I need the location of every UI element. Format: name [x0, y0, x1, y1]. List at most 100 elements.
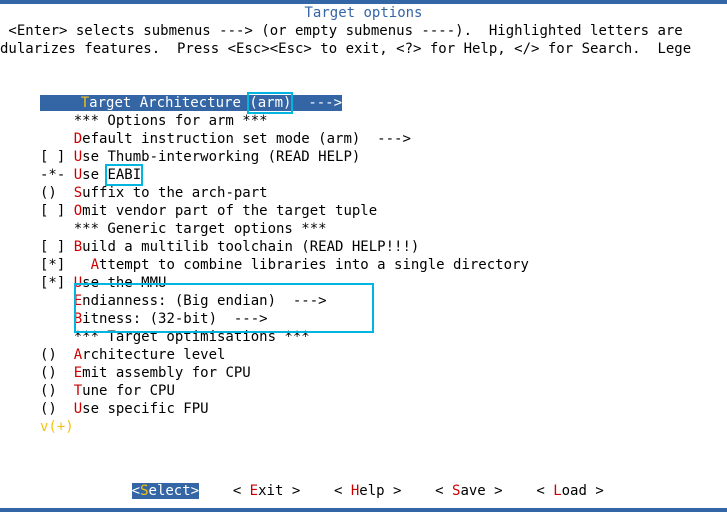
hotkey: U: [74, 149, 82, 165]
menu-list: Target Architecture (arm) ---> *** Optio…: [0, 58, 727, 418]
load-button[interactable]: < Load >: [536, 483, 612, 499]
menu-item[interactable]: [*] Use the MMU: [40, 274, 727, 292]
item-prefix: (): [40, 365, 74, 381]
item-prefix: [40, 113, 74, 129]
item-prefix: [*]: [40, 257, 91, 273]
menu-item[interactable]: [ ] Build a multilib toolchain (READ HEL…: [40, 238, 727, 256]
hotkey: S: [74, 185, 82, 201]
hotkey: A: [74, 347, 82, 363]
highlight-box: EABI: [105, 164, 143, 186]
item-content: Attempt to combine libraries into a sing…: [91, 257, 529, 273]
item-text: se: [82, 167, 107, 183]
item-text: *** Target optimisations ***: [74, 329, 310, 345]
item-content: *** Options for arm ***: [74, 113, 268, 129]
item-text: se Thumb-interworking (READ HELP): [82, 149, 360, 165]
button-bar: <Select> < Exit > < Help > < Save > < Lo…: [0, 464, 727, 500]
item-content: Use EABI: [74, 167, 141, 183]
item-text: itness: (32-bit) --->: [82, 311, 267, 327]
item-text: uild a multilib toolchain (READ HELP!!!): [82, 239, 419, 255]
item-prefix: [47, 95, 81, 111]
item-content: Tune for CPU: [74, 383, 175, 399]
menu-item[interactable]: *** Target optimisations ***: [40, 328, 727, 346]
item-text: *** Generic target options ***: [74, 221, 327, 237]
menu-item[interactable]: () Suffix to the arch-part: [40, 184, 727, 202]
item-content: Omit vendor part of the target tuple: [74, 203, 377, 219]
item-prefix: [*]: [40, 275, 74, 291]
menu-item[interactable]: [ ] Omit vendor part of the target tuple: [40, 202, 727, 220]
item-content: Use the MMU: [74, 275, 167, 291]
item-content: Target Architecture (arm) --->: [47, 95, 342, 111]
hotkey: U: [74, 275, 82, 291]
item-prefix: [40, 311, 74, 327]
item-text: ttempt to combine libraries into a singl…: [99, 257, 529, 273]
item-text: arget Architecture: [89, 95, 249, 111]
item-text: se specific FPU: [82, 401, 208, 417]
menu-item[interactable]: Target Architecture (arm) --->: [40, 94, 727, 112]
item-content: Architecture level: [74, 347, 226, 363]
item-text: uffix to the arch-part: [82, 185, 267, 201]
item-text: se the MMU: [82, 275, 166, 291]
item-content: Default instruction set mode (arm) --->: [74, 131, 411, 147]
hotkey: B: [74, 239, 82, 255]
item-prefix: (): [40, 185, 74, 201]
menu-item[interactable]: Bitness: (32-bit) --->: [40, 310, 727, 328]
help-button[interactable]: < Help >: [334, 483, 410, 499]
item-content: Endianness: (Big endian) --->: [74, 293, 327, 309]
menu-item[interactable]: () Tune for CPU: [40, 382, 727, 400]
help-line-2: dularizes features. Press <Esc><Esc> to …: [0, 40, 727, 58]
item-text: une for CPU: [82, 383, 175, 399]
item-prefix: [ ]: [40, 239, 74, 255]
item-prefix: (): [40, 401, 74, 417]
item-text: *** Options for arm ***: [74, 113, 268, 129]
menu-item[interactable]: Default instruction set mode (arm) --->: [40, 130, 727, 148]
menu-item[interactable]: () Architecture level: [40, 346, 727, 364]
item-prefix: (): [40, 347, 74, 363]
item-prefix: (): [40, 383, 74, 399]
item-content: *** Target optimisations ***: [74, 329, 310, 345]
item-prefix: [40, 221, 74, 237]
item-text: mit assembly for CPU: [82, 365, 251, 381]
menu-item[interactable]: () Use specific FPU: [40, 400, 727, 418]
hotkey: U: [74, 167, 82, 183]
hotkey: O: [74, 203, 82, 219]
item-content: Suffix to the arch-part: [74, 185, 268, 201]
menu-item[interactable]: *** Generic target options ***: [40, 220, 727, 238]
item-prefix: [40, 293, 74, 309]
item-content: Build a multilib toolchain (READ HELP!!!…: [74, 239, 420, 255]
menu-item[interactable]: *** Options for arm ***: [40, 112, 727, 130]
more-indicator: v(+): [0, 418, 727, 436]
item-content: Bitness: (32-bit) --->: [74, 311, 268, 327]
menu-item[interactable]: Endianness: (Big endian) --->: [40, 292, 727, 310]
submenu-arrow-icon: --->: [291, 95, 342, 111]
menu-item[interactable]: -*- Use EABI: [40, 166, 727, 184]
bottom-bar: [0, 508, 727, 512]
item-content: Use Thumb-interworking (READ HELP): [74, 149, 361, 165]
page-title: Target options: [0, 4, 727, 22]
item-text: mit vendor part of the target tuple: [82, 203, 377, 219]
help-line-1: <Enter> selects submenus ---> (or empty …: [0, 22, 727, 40]
menu-item[interactable]: () Emit assembly for CPU: [40, 364, 727, 382]
item-content: Use specific FPU: [74, 401, 209, 417]
hotkey: U: [74, 401, 82, 417]
item-value: EABI: [107, 167, 141, 183]
item-prefix: -*-: [40, 167, 74, 183]
hotkey: E: [74, 365, 82, 381]
menu-item[interactable]: [*] Attempt to combine libraries into a …: [40, 256, 727, 274]
item-text: ndianness: (Big endian) --->: [82, 293, 326, 309]
select-button[interactable]: <Select>: [132, 483, 199, 499]
save-button[interactable]: < Save >: [435, 483, 511, 499]
hotkey: B: [74, 311, 82, 327]
item-prefix: [ ]: [40, 149, 74, 165]
item-prefix: [40, 131, 74, 147]
item-text: rchitecture level: [82, 347, 225, 363]
item-prefix: [ ]: [40, 203, 74, 219]
item-text: efault instruction set mode (arm) --->: [82, 131, 411, 147]
exit-button[interactable]: < Exit >: [233, 483, 309, 499]
item-content: Emit assembly for CPU: [74, 365, 251, 381]
highlight-box: (arm): [247, 92, 293, 114]
hotkey: T: [74, 383, 82, 399]
item-content: *** Generic target options ***: [74, 221, 327, 237]
item-value: (arm): [249, 95, 291, 111]
hotkey: E: [74, 293, 82, 309]
hotkey: D: [74, 131, 82, 147]
